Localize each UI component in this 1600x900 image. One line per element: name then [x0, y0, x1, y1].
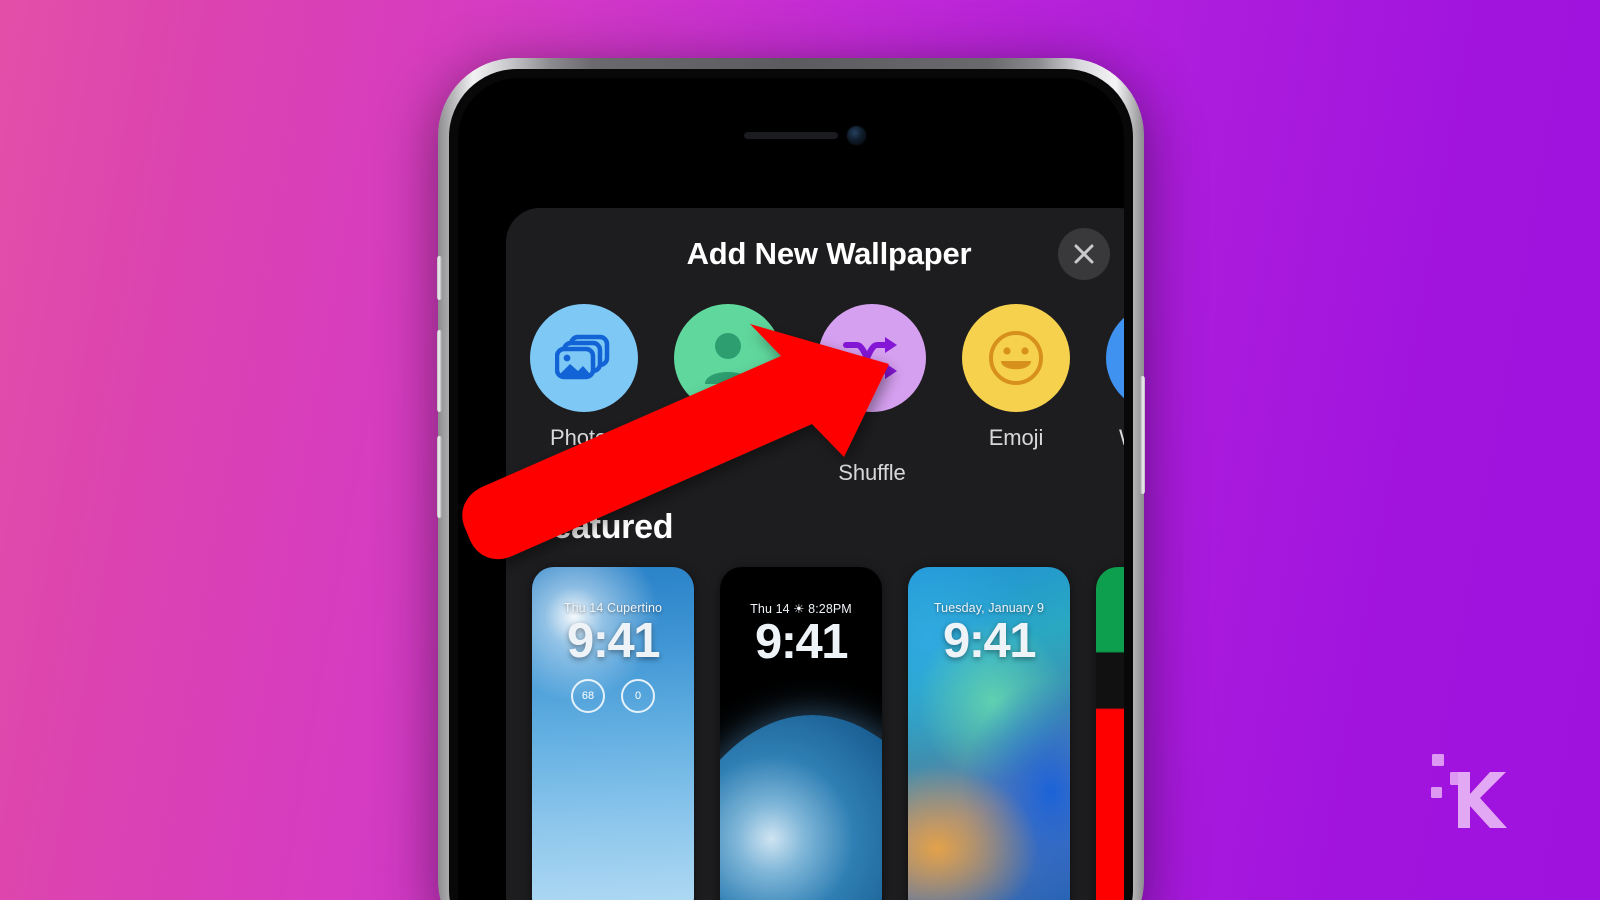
wallpaper-thumb[interactable]: Tuesday, January 9 9:41	[908, 567, 1070, 900]
earpiece-speaker	[744, 132, 838, 139]
category-weather-label: Weather	[1106, 425, 1124, 451]
category-photos-circle	[530, 304, 638, 412]
featured-thumbnail-list: Thu 14 Cupertino 9:41 68 0 Weather	[506, 547, 1124, 900]
emoji-icon	[989, 331, 1043, 385]
person-icon	[705, 333, 751, 384]
category-photos[interactable]: Photos	[530, 304, 638, 451]
wallpaper-card-weather[interactable]: Thu 14 Cupertino 9:41 68 0 Weather	[532, 567, 694, 900]
lock-screen-preview: Tuesday, January 9 9:41	[908, 601, 1070, 669]
earth-landmass	[732, 769, 870, 900]
lock-widget-row: 68 0	[532, 679, 694, 713]
volume-down-button[interactable]	[437, 436, 442, 518]
page-title: Add New Wallpaper	[686, 236, 972, 271]
wallpaper-thumb[interactable]	[1096, 567, 1124, 900]
photos-icon	[555, 334, 610, 380]
lock-screen-preview: Thu 14 Cupertino 9:41 68 0	[532, 601, 694, 713]
category-row: Photos People Shuffle Emoji	[506, 304, 1124, 486]
wallpaper-thumb[interactable]: Thu 14 Cupertino 9:41 68 0	[532, 567, 694, 900]
lock-screen-preview: Thu 14 ☀ 8:28PM 9:41	[720, 601, 882, 670]
category-photos-label: Photos	[550, 425, 618, 450]
wallpaper-card-astronomy[interactable]: Thu 14 ☀ 8:28PM 9:41 Astronomy	[720, 567, 882, 900]
watermark-letter	[1458, 772, 1507, 828]
category-emoji-label: Emoji	[988, 425, 1044, 450]
notch	[668, 78, 914, 112]
lock-time: 9:41	[754, 615, 849, 669]
phone-screen: Add New Wallpaper Photos People Shuffle …	[458, 78, 1124, 900]
category-shuffle-circle	[818, 304, 926, 412]
lock-time: 9:41	[566, 614, 661, 668]
category-people-circle	[674, 304, 782, 412]
add-wallpaper-sheet: Add New Wallpaper Photos People Shuffle …	[506, 208, 1124, 900]
mute-switch[interactable]	[437, 256, 442, 300]
category-shuffle[interactable]: Shuffle	[818, 304, 926, 486]
lock-time: 9:41	[942, 614, 1037, 668]
wallpaper-thumb[interactable]: Thu 14 ☀ 8:28PM 9:41	[720, 567, 882, 900]
close-icon	[1074, 244, 1094, 264]
close-button[interactable]	[1058, 228, 1110, 280]
shuffle-icon	[843, 337, 897, 379]
category-people[interactable]: People	[674, 304, 782, 451]
screenshot-stage: Add New Wallpaper Photos People Shuffle …	[0, 0, 1600, 900]
wallpaper-card-partial[interactable]	[1096, 567, 1124, 900]
sheet-header: Add New Wallpaper	[506, 208, 1124, 304]
lock-widget-temperature: 68	[571, 679, 605, 713]
category-shuffle-label: Shuffle	[838, 460, 906, 485]
phone-device: Add New Wallpaper Photos People Shuffle …	[437, 58, 1145, 900]
wallpaper-card-collections[interactable]: Tuesday, January 9 9:41 Collections	[908, 567, 1070, 900]
category-weather[interactable]: Weather	[1106, 304, 1124, 451]
volume-up-button[interactable]	[437, 330, 442, 412]
watermark-logo	[1431, 754, 1507, 828]
category-weather-circle	[1106, 304, 1124, 412]
category-emoji[interactable]: Emoji	[962, 304, 1070, 451]
power-button[interactable]	[1140, 376, 1145, 494]
front-camera	[847, 126, 866, 145]
category-people-label: People	[694, 425, 762, 450]
phone-bezel: Add New Wallpaper Photos People Shuffle …	[449, 69, 1133, 900]
lock-widget-activity: 0	[621, 679, 655, 713]
wallpaper-art-partial	[1096, 567, 1124, 900]
featured-section-title: Featured	[532, 508, 674, 546]
category-emoji-circle	[962, 304, 1070, 412]
